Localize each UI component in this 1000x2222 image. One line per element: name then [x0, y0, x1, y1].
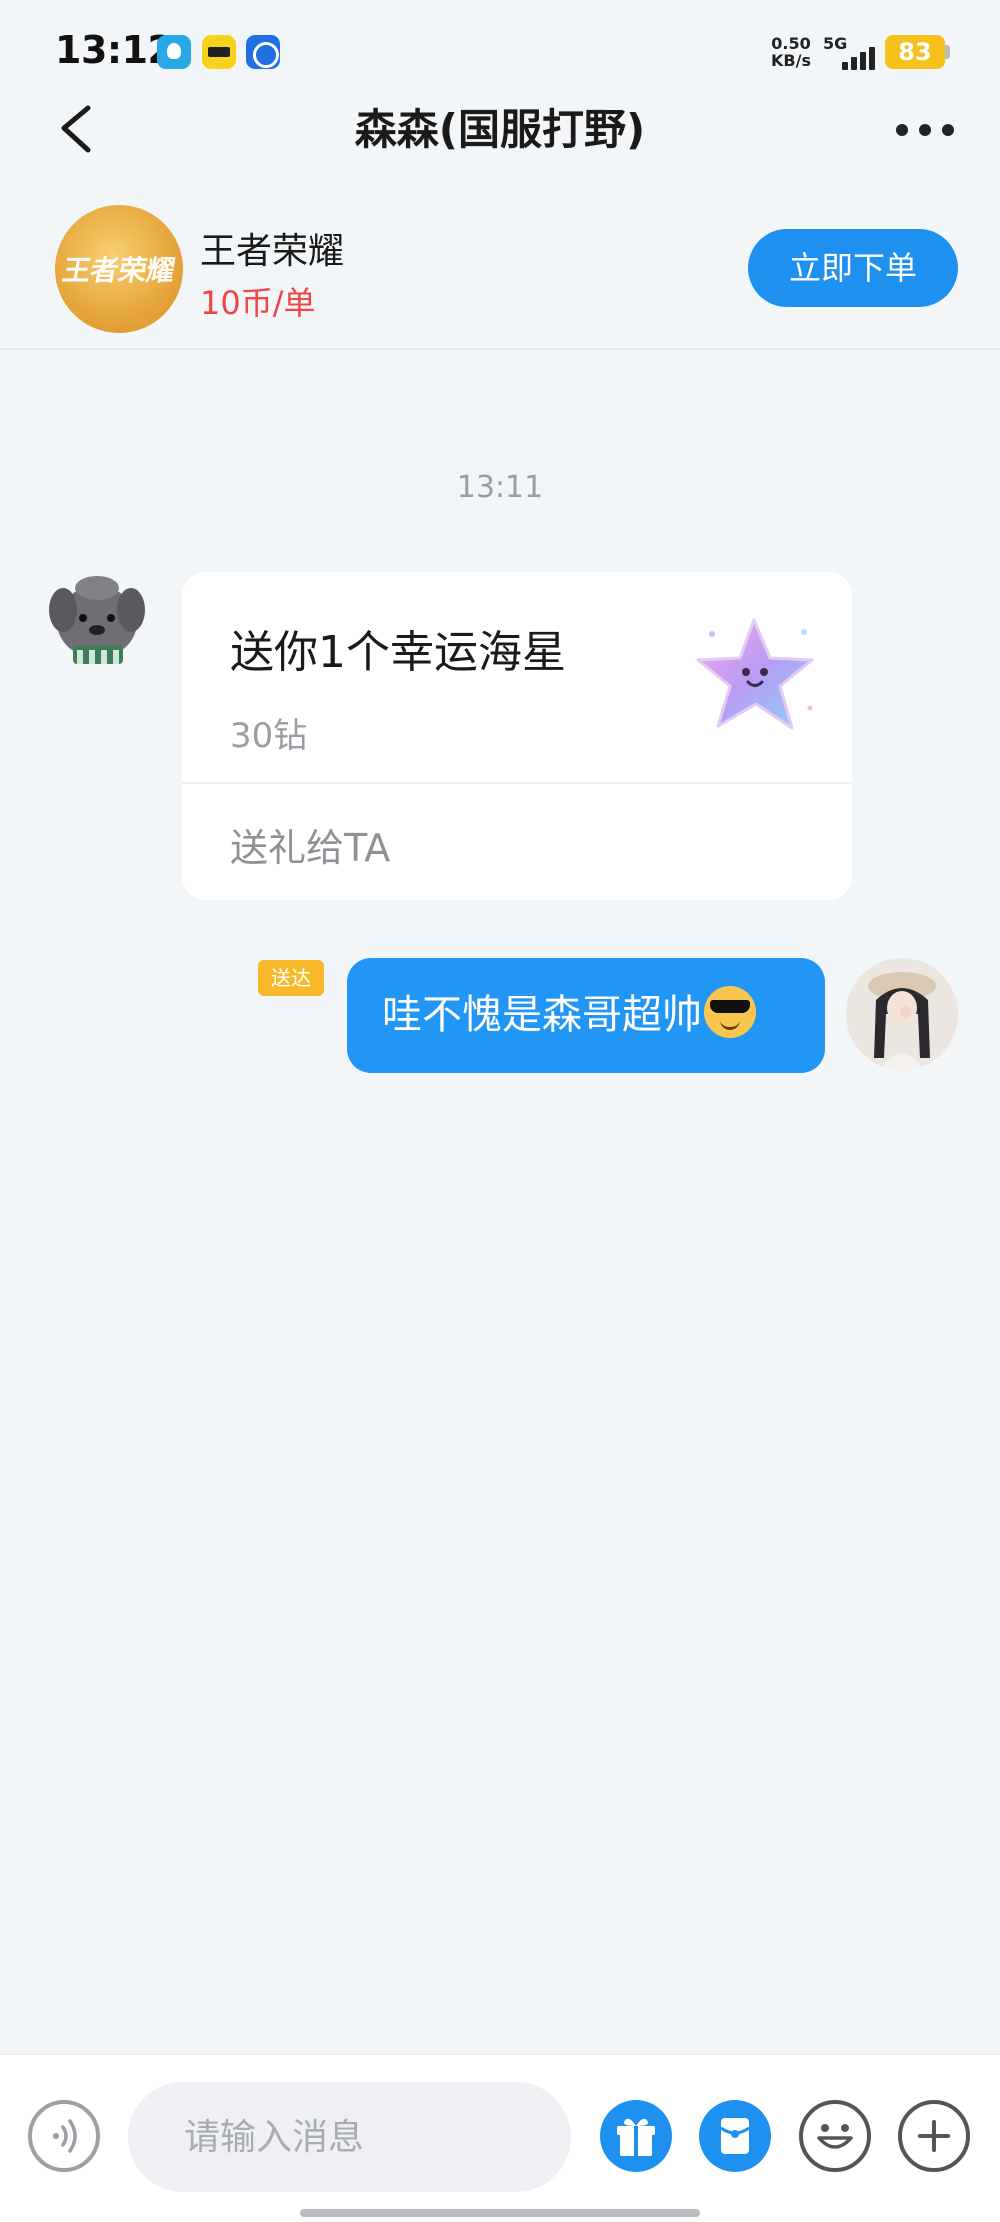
order-now-button[interactable]: 立即下单 [748, 229, 958, 307]
gift-message-card[interactable]: 送你1个幸运海星 30钻 送礼给TA [182, 572, 852, 900]
network-speed: 0.50 KB/s [766, 35, 816, 69]
battery-level: 83 [898, 38, 932, 66]
yellow-app-icon [202, 35, 236, 69]
message-input[interactable] [128, 2082, 571, 2192]
plus-icon [918, 2120, 950, 2152]
battery-cap [945, 45, 950, 59]
gift-box-icon [617, 2118, 655, 2156]
message-timestamp: 13:11 [456, 470, 544, 505]
more-button[interactable] [890, 110, 960, 150]
home-indicator[interactable] [300, 2209, 700, 2217]
starfish-icon [692, 612, 822, 742]
voice-button[interactable] [28, 2100, 100, 2172]
signal-icon [838, 44, 882, 70]
dog-avatar-icon [49, 576, 145, 664]
game-name: 王者荣耀 [200, 231, 345, 272]
gift-title: 送你1个幸运海星 [230, 627, 566, 678]
page-title: 森森(国服打野) [354, 105, 646, 154]
game-price: 10币/单 [200, 284, 316, 322]
more-actions-button[interactable] [898, 2100, 970, 2172]
network-speed-value: 0.50 [771, 34, 811, 53]
contact-avatar[interactable] [45, 570, 150, 675]
sent-message-text: 哇不愧是森哥超帅 [382, 992, 702, 1038]
browser-icon [246, 35, 280, 69]
network-speed-unit: KB/s [771, 51, 811, 70]
emoji-button[interactable] [799, 2100, 871, 2172]
user-photo-avatar-icon [846, 958, 958, 1070]
red-packet-icon [720, 2118, 750, 2154]
gift-card-divider [182, 782, 852, 784]
chevron-left-icon [61, 105, 91, 153]
sent-message-bubble[interactable]: 哇不愧是森哥超帅 [347, 958, 825, 1073]
my-avatar[interactable] [846, 958, 958, 1070]
red-packet-button[interactable] [699, 2100, 771, 2172]
delivered-badge: 送达 [258, 960, 324, 996]
status-bar: 13:12 0.50 KB/s 5G 83 [0, 0, 1000, 100]
smiley-icon [817, 2124, 853, 2149]
gift-price: 30钻 [230, 716, 308, 756]
gift-button[interactable] [600, 2100, 672, 2172]
voice-wave-icon [53, 2119, 77, 2153]
game-logo-text: 王者荣耀 [59, 254, 178, 287]
status-time: 13:12 [55, 28, 174, 72]
back-button[interactable] [50, 100, 110, 160]
game-logo[interactable]: 王者荣耀 [55, 205, 183, 333]
blue-app-icon [157, 35, 191, 69]
sunglasses-emoji-icon [704, 986, 756, 1038]
send-gift-link[interactable]: 送礼给TA [230, 817, 390, 872]
